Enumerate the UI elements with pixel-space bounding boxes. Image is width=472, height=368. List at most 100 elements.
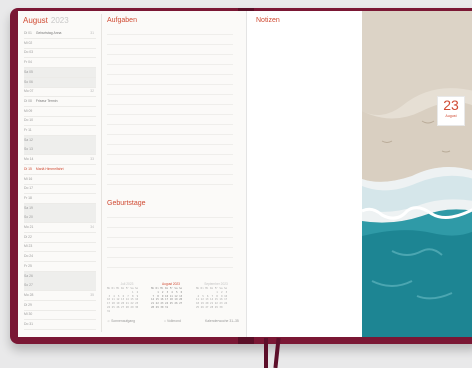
day-row[interactable]: Mo 21 34 [24, 223, 96, 233]
sunrise-legend: ☼ Sonnenaufgang [107, 319, 136, 323]
day-row[interactable]: Sa 05 [24, 67, 96, 78]
day-event: Geburtstag Anna [35, 31, 62, 35]
day-row[interactable]: Mi 23 [24, 242, 96, 253]
day-event: Friseur Termin [35, 98, 58, 103]
date-tab-number: 23 [443, 97, 459, 113]
day-label: Di 29 [24, 302, 32, 307]
mini-calendar-row: 25 26 27 28 29 30 [196, 305, 223, 309]
day-row[interactable]: Di 08 Friseur Termin [24, 97, 96, 107]
day-event: Mariä Himmelfahrt [35, 166, 64, 171]
day-label: Mo 28 [24, 292, 34, 297]
ruled-line [107, 227, 233, 228]
day-row[interactable]: Sa 12 [24, 135, 96, 146]
day-row[interactable]: Do 17 [24, 184, 96, 195]
ruled-line [107, 247, 233, 248]
date-tab-month: August [445, 114, 457, 118]
ruled-line [107, 64, 233, 65]
mini-calendar-row: 28 29 30 31 [151, 305, 169, 309]
beach-photo [362, 11, 472, 337]
day-label: Di 15 [24, 166, 32, 171]
week-number: 33 [90, 157, 94, 162]
date-tab[interactable]: 23 August [437, 96, 465, 126]
mini-calendar-prev: Juli 2023 Mo Di Mi Do Fr Sa So 1 2 3 4 5… [107, 282, 147, 313]
ruled-line [107, 267, 233, 268]
notes-page[interactable] [246, 11, 363, 337]
day-label: Fr 11 [24, 128, 32, 132]
day-row[interactable]: Di 29 [24, 301, 96, 311]
day-label: Di 22 [24, 234, 32, 239]
legend: ☼ Sonnenaufgang ○ Vollmond [107, 319, 209, 323]
day-label: So 27 [24, 283, 33, 288]
day-row[interactable]: Mo 14 33 [24, 155, 96, 166]
day-row[interactable]: So 20 [24, 213, 96, 224]
ruled-line [107, 237, 233, 238]
ruled-line [107, 174, 233, 175]
day-row[interactable]: Mo 07 32 [24, 87, 96, 98]
day-label: Mo 07 [24, 89, 34, 94]
ruled-line [107, 74, 233, 75]
day-row[interactable]: Mi 16 [24, 175, 96, 185]
day-label: Mo 14 [24, 157, 34, 162]
ruled-line [107, 184, 233, 185]
ruled-line [107, 124, 233, 125]
day-label: Mi 16 [24, 176, 33, 181]
day-label: Fr 18 [24, 195, 32, 200]
ruled-line [107, 94, 233, 95]
notes-title: Notizen [256, 17, 280, 24]
day-row[interactable]: Fr 04 [24, 58, 96, 69]
day-label: Sa 26 [24, 273, 33, 278]
mini-calendar-current: August 2023 Mo Di Mi Do Fr Sa So 1 2 3 4… [151, 282, 191, 310]
day-row[interactable]: Di 15 Mariä Himmelfahrt [24, 165, 96, 175]
day-label: Mi 23 [24, 244, 33, 249]
day-row[interactable]: So 27 [24, 281, 96, 292]
day-row[interactable]: Do 10 [24, 116, 96, 127]
day-row[interactable]: Mi 30 [24, 310, 96, 321]
mini-calendar-next: September 2023 Mo Di Mi Do Fr Sa So 1 2 … [196, 282, 236, 310]
bookmark-ribbon [264, 338, 268, 368]
week-range-footer: Kalenderwoche 31–35 [205, 319, 239, 323]
mini-calendar-grid: Mo Di Mi Do Fr Sa So 1 2 3 4 5 6 7 8 9 1… [151, 287, 191, 310]
day-row[interactable]: Fr 25 [24, 262, 96, 272]
tasks-title: Aufgaben [107, 17, 137, 24]
ruled-line [107, 257, 233, 258]
day-row[interactable]: So 13 [24, 145, 96, 156]
week-number: 31 [90, 31, 94, 35]
day-label: Sa 12 [24, 137, 33, 142]
day-row[interactable]: Mo 28 35 [24, 291, 96, 301]
day-label: Fr 04 [24, 60, 32, 65]
mini-calendar-row: 31 [107, 309, 111, 313]
mini-calendar-grid: Mo Di Mi Do Fr Sa So 1 2 3 4 5 6 7 8 9 10… [107, 287, 147, 314]
week-number: 35 [90, 292, 94, 297]
ruled-line [107, 34, 233, 35]
day-row[interactable]: Do 31 [24, 320, 96, 330]
day-label: Do 31 [24, 322, 34, 326]
week-number: 34 [90, 225, 94, 229]
day-row[interactable]: Fr 18 [24, 194, 96, 204]
day-label: Sa 05 [24, 69, 33, 74]
mini-calendar-grid: Mo Di Mi Do Fr Sa So 1 2 3 4 5 6 7 8 9 1… [196, 287, 236, 310]
day-row[interactable]: Di 01 Geburtstag Anna 31 [24, 29, 96, 39]
day-row[interactable]: Fr 11 [24, 126, 96, 136]
day-label: Fr 25 [24, 263, 32, 268]
week-number: 32 [90, 89, 94, 94]
day-row[interactable]: Sa 19 [24, 203, 96, 214]
day-row[interactable]: Mi 09 [24, 107, 96, 117]
day-row[interactable]: So 06 [24, 77, 96, 88]
ruled-line [107, 134, 233, 135]
day-label: Di 01 [24, 31, 32, 35]
day-label: So 20 [24, 215, 33, 220]
column-divider [101, 14, 102, 332]
day-row[interactable]: Di 22 [24, 233, 96, 243]
day-label: Mi 09 [24, 108, 33, 113]
day-row[interactable]: Mi 02 [24, 39, 96, 49]
fullmoon-legend: ○ Vollmond [163, 319, 181, 323]
day-row[interactable]: Sa 26 [24, 271, 96, 282]
day-row[interactable]: Do 03 [24, 48, 96, 59]
day-label: Do 24 [24, 254, 34, 259]
birthdays-title: Geburtstage [107, 200, 146, 207]
day-row[interactable]: Do 24 [24, 252, 96, 263]
ruled-line [107, 44, 233, 45]
day-label: So 06 [24, 79, 33, 84]
beach-aerial-image [362, 11, 472, 337]
month-year: 2023 [50, 16, 69, 25]
